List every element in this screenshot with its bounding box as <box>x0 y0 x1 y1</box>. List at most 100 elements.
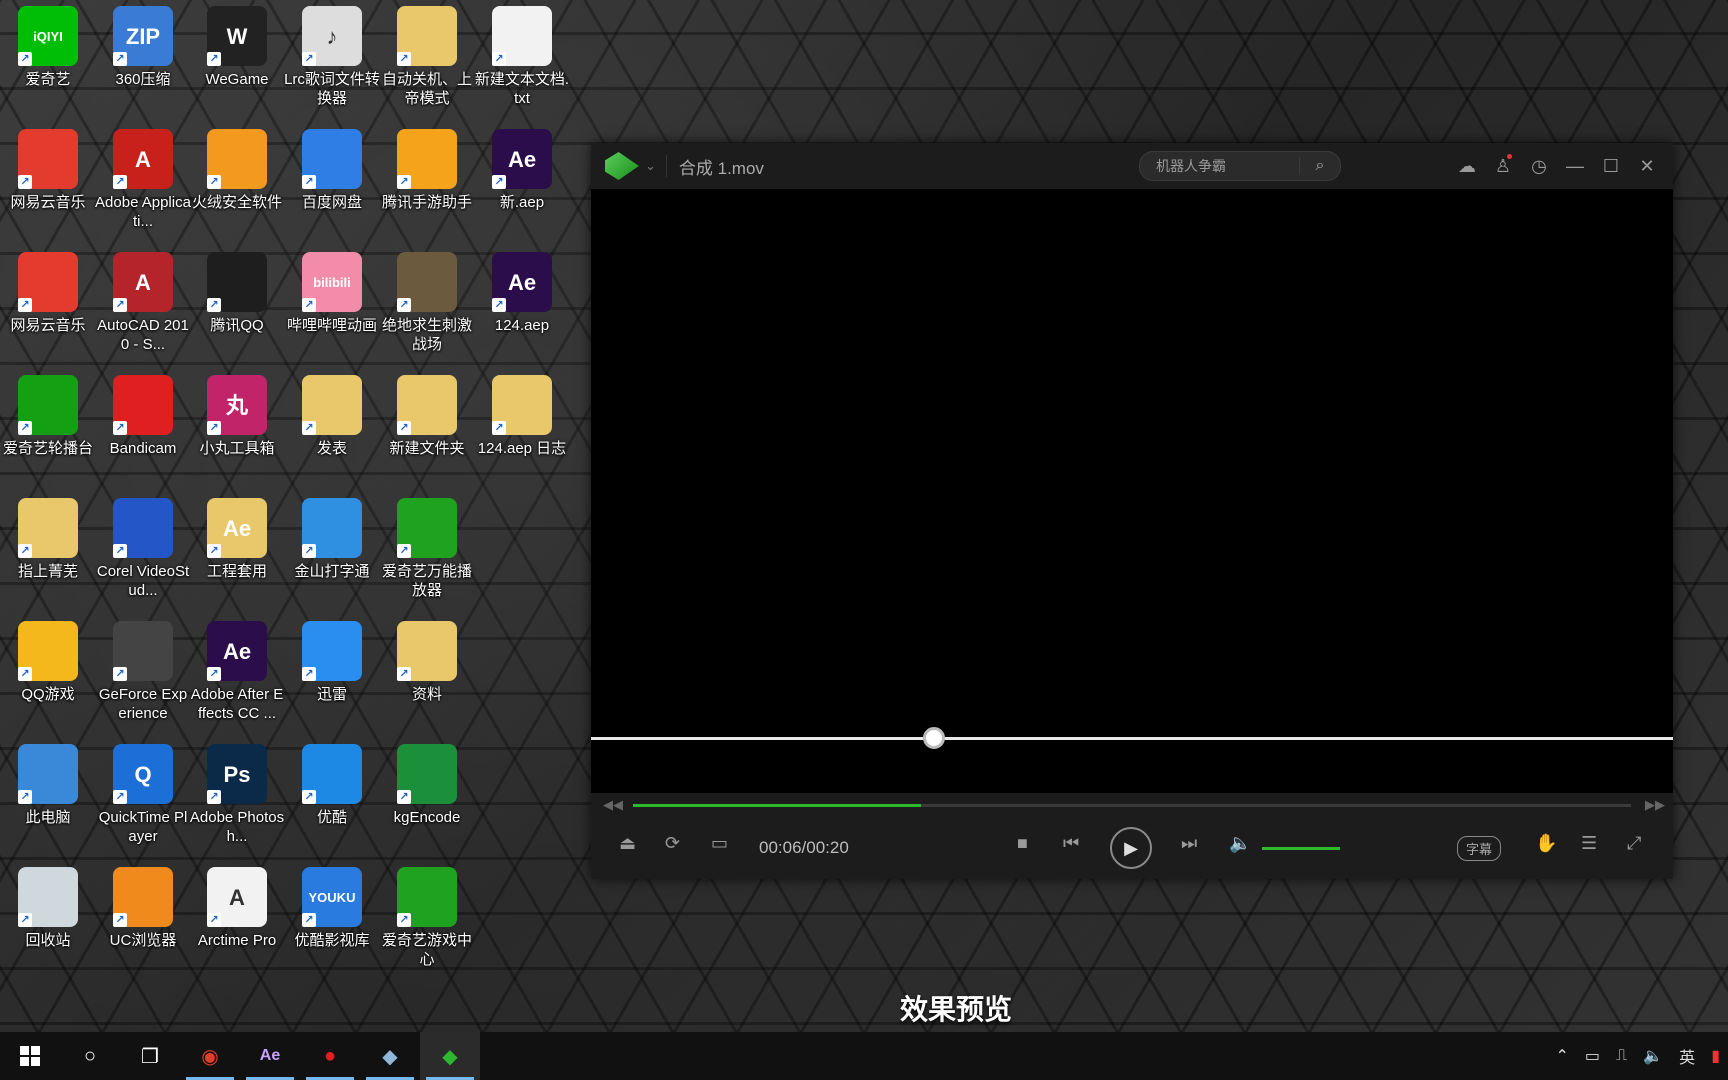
search-input[interactable]: 机器人争霸 <box>1140 156 1299 176</box>
app-icon: A ↗ <box>113 252 173 312</box>
search-button[interactable]: ○ <box>60 1032 120 1080</box>
subtitle-button[interactable]: 字幕 <box>1457 836 1502 861</box>
desktop-icon[interactable]: ↗ 资料 <box>379 621 475 704</box>
previous-icon[interactable]: ⏮ <box>1063 833 1079 854</box>
cloud-icon[interactable]: ☁ <box>1449 156 1485 177</box>
volume-icon[interactable]: 🔈 <box>1229 833 1251 854</box>
stop-icon[interactable]: ■ <box>1017 833 1028 854</box>
desktop-icon[interactable]: ↗ 优酷 <box>284 744 380 827</box>
app-icon: ↗ <box>207 252 267 312</box>
desktop-icon[interactable]: ↗ GeForce Experience <box>95 621 191 723</box>
desktop-icon[interactable]: ↗ Bandicam <box>95 375 191 458</box>
desktop-icon[interactable]: ↗ 指上菁芜 <box>0 498 96 581</box>
desktop-icon[interactable]: ♪ ↗ Lrc歌词文件转换器 <box>284 6 380 108</box>
app-icon: ↗ <box>397 375 457 435</box>
desktop-icon[interactable]: Ae ↗ 工程套用 <box>189 498 285 581</box>
desktop-icon[interactable]: A ↗ Adobe Applicati... <box>95 129 191 231</box>
desktop-icon[interactable]: ↗ 发表 <box>284 375 380 458</box>
desktop-icon[interactable]: ↗ QQ游戏 <box>0 621 96 704</box>
taskbar: ○ ❐ ◉ Ae ● ◆ ◆ ⌃ ▭ ⎍ 🔈 英 ▮ <box>0 1032 1728 1080</box>
desktop-icon[interactable]: ↗ 百度网盘 <box>284 129 380 212</box>
desktop-icon[interactable]: ↗ 迅雷 <box>284 621 380 704</box>
desktop-icon[interactable]: Ps ↗ Adobe Photosh... <box>189 744 285 846</box>
skin-icon[interactable]: ♙ <box>1485 153 1521 177</box>
desktop-icon[interactable]: ↗ 回收站 <box>0 867 96 950</box>
desktop-icon[interactable]: ↗ 网易云音乐 <box>0 129 96 212</box>
maximize-icon[interactable]: ☐ <box>1593 156 1629 177</box>
desktop-icon[interactable]: ↗ 爱奇艺游戏中心 <box>379 867 475 969</box>
network-icon[interactable]: ⎍ <box>1608 1047 1635 1065</box>
desktop-icon[interactable]: ↗ 自动关机、上帝模式 <box>379 6 475 108</box>
screen-icon[interactable]: ▭ <box>711 833 728 854</box>
eject-icon[interactable]: ⏏ <box>619 833 636 854</box>
hand-icon[interactable]: ✋ <box>1535 833 1557 854</box>
player-titlebar[interactable]: ⌄ 合成 1.mov 机器人争霸 ⌕ ☁ ♙ ◷ — ☐ ✕ <box>591 143 1673 189</box>
desktop-icon[interactable]: ZIP ↗ 360压缩 <box>95 6 191 89</box>
desktop-icon[interactable]: Ae ↗ Adobe After Effects CC ... <box>189 621 285 723</box>
desktop-icon[interactable]: ↗ UC浏览器 <box>95 867 191 950</box>
app-icon: ↗ <box>18 498 78 558</box>
shortcut-arrow-icon: ↗ <box>18 175 32 189</box>
desktop-icon[interactable]: ↗ Corel VideoStud... <box>95 498 191 600</box>
video-area[interactable] <box>591 189 1673 785</box>
fast-forward-icon[interactable]: ▶▶ <box>1645 797 1665 813</box>
desktop-icon[interactable]: bilibili ↗ 哔哩哔哩动画 <box>284 252 380 335</box>
fullscreen-icon[interactable]: ⤢ <box>1627 833 1641 854</box>
desktop-icon[interactable]: ↗ 新建文件夹 <box>379 375 475 458</box>
app-icon: YOUKU ↗ <box>302 867 362 927</box>
desktop-icon[interactable]: ↗ 腾讯手游助手 <box>379 129 475 212</box>
desktop-icon[interactable]: Ae ↗ 新.aep <box>474 129 570 212</box>
task-view-button[interactable]: ❐ <box>120 1032 180 1080</box>
desktop-icon[interactable]: ↗ 此电脑 <box>0 744 96 827</box>
search-box[interactable]: 机器人争霸 ⌕ <box>1139 151 1341 181</box>
desktop-icon[interactable]: ↗ 124.aep 日志 <box>474 375 570 458</box>
chevron-up-icon[interactable]: ⌃ <box>1548 1046 1577 1066</box>
play-button[interactable]: ▶ <box>1110 827 1152 869</box>
desktop-icon[interactable]: ↗ 腾讯QQ <box>189 252 285 335</box>
close-icon[interactable]: ✕ <box>1629 156 1665 177</box>
app-icon: ↗ <box>113 621 173 681</box>
start-button[interactable] <box>0 1032 60 1080</box>
taskbar-app[interactable]: ◆ <box>360 1032 420 1080</box>
shortcut-arrow-icon: ↗ <box>492 421 506 435</box>
desktop-icon[interactable]: A ↗ Arctime Pro <box>189 867 285 950</box>
search-icon[interactable]: ⌕ <box>1299 157 1340 175</box>
taskbar-iqiyi-player[interactable]: ◆ <box>420 1032 480 1080</box>
playlist-icon[interactable]: ☰ <box>1581 833 1597 854</box>
battery-icon[interactable]: ▭ <box>1577 1046 1608 1066</box>
video-player-window[interactable]: ⌄ 合成 1.mov 机器人争霸 ⌕ ☁ ♙ ◷ — ☐ ✕ ◀◀ ▶▶ ⏏ ⟳… <box>591 143 1673 879</box>
taskbar-netease-music[interactable]: ◉ <box>180 1032 240 1080</box>
desktop-icon[interactable]: W ↗ WeGame <box>189 6 285 89</box>
desktop-icon[interactable]: ↗ 金山打字通 <box>284 498 380 581</box>
player-logo-icon[interactable] <box>605 152 639 180</box>
desktop-icon[interactable]: ↗ 网易云音乐 <box>0 252 96 335</box>
desktop-icon[interactable]: YOUKU ↗ 优酷影视库 <box>284 867 380 950</box>
desktop-icon[interactable]: iQIYI ↗ 爱奇艺 <box>0 6 96 89</box>
task-view-icon: ❐ <box>141 1045 159 1068</box>
desktop-icon[interactable]: ↗ 新建文本文档.txt <box>474 6 570 108</box>
desktop-icon-label: 自动关机、上帝模式 <box>381 71 472 107</box>
speaker-icon[interactable]: 🔈 <box>1635 1046 1671 1066</box>
taskbar-bandicam[interactable]: ● <box>300 1032 360 1080</box>
desktop-icon[interactable]: ↗ kgEncode <box>379 744 475 827</box>
desktop-icon[interactable]: Ae ↗ 124.aep <box>474 252 570 335</box>
ime-indicator[interactable]: 英 <box>1671 1044 1703 1068</box>
history-icon[interactable]: ◷ <box>1521 156 1557 177</box>
next-icon[interactable]: ⏭ <box>1181 833 1197 854</box>
desktop-icon[interactable]: ↗ 绝地求生刺激战场 <box>379 252 475 354</box>
taskbar-after-effects[interactable]: Ae <box>240 1032 300 1080</box>
desktop-icon[interactable]: 丸 ↗ 小丸工具箱 <box>189 375 285 458</box>
volume-slider[interactable] <box>1262 847 1340 850</box>
desktop-icon[interactable]: ↗ 火绒安全软件 <box>189 129 285 212</box>
desktop-icon-label: 优酷影视库 <box>294 932 370 949</box>
rewind-icon[interactable]: ◀◀ <box>603 797 623 813</box>
minimize-icon[interactable]: — <box>1557 156 1593 177</box>
repeat-icon[interactable]: ⟳ <box>665 833 680 854</box>
desktop-icon[interactable]: ↗ 爱奇艺万能播放器 <box>379 498 475 600</box>
desktop-icon[interactable]: Q ↗ QuickTime Player <box>95 744 191 846</box>
desktop-icon[interactable]: A ↗ AutoCAD 2010 - S... <box>95 252 191 354</box>
notification-icon[interactable]: ▮ <box>1703 1046 1728 1066</box>
progress-track[interactable] <box>633 804 1631 807</box>
chevron-down-icon[interactable]: ⌄ <box>645 158 656 174</box>
desktop-icon[interactable]: ↗ 爱奇艺轮播台 <box>0 375 96 458</box>
